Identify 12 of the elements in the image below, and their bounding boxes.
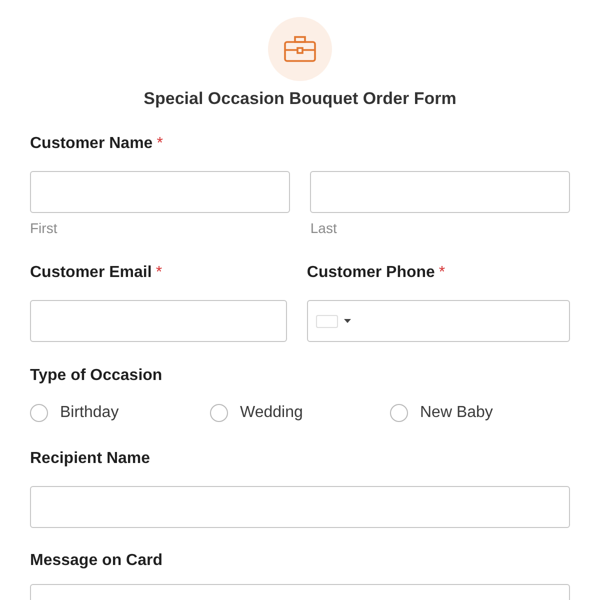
radio-label[interactable]: Wedding xyxy=(240,403,303,423)
field-label: Customer Name * xyxy=(30,134,163,154)
field-label: Customer Email * xyxy=(30,263,162,283)
form-title: Special Occasion Bouquet Order Form xyxy=(144,89,456,108)
sublabel: First xyxy=(30,219,58,237)
sublabel: Last xyxy=(310,219,337,237)
radio-label[interactable]: Birthday xyxy=(60,403,119,423)
field-label: Customer Phone * xyxy=(306,263,446,283)
field-label: Message on Card xyxy=(30,551,162,571)
field-label: Type of Occasion xyxy=(30,366,162,386)
radio-label[interactable]: New Baby xyxy=(420,403,493,423)
field-label: Recipient Name xyxy=(30,449,150,469)
